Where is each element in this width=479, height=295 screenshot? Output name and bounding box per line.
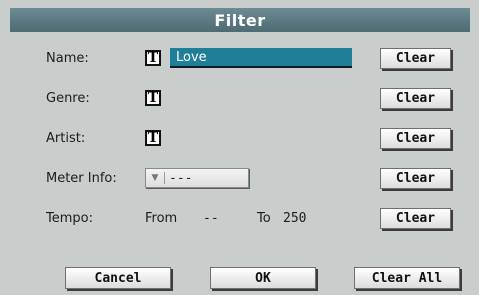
filter-dialog: Filter Name: T Love Clear Genre: T Clear…	[0, 0, 479, 295]
ok-button[interactable]: OK	[210, 267, 316, 289]
text-edit-icon[interactable]: T	[145, 50, 161, 66]
meter-info-value: ---	[169, 170, 193, 186]
cancel-button[interactable]: Cancel	[65, 267, 171, 289]
text-edit-icon[interactable]: T	[145, 90, 161, 106]
artist-label: Artist:	[46, 131, 86, 146]
clear-all-button[interactable]: Clear All	[354, 267, 460, 289]
meter-info-label: Meter Info:	[46, 171, 117, 186]
text-edit-icon[interactable]: T	[145, 130, 161, 146]
tempo-label: Tempo:	[46, 211, 93, 226]
dialog-title: Filter	[10, 8, 470, 32]
clear-tempo-button[interactable]: Clear	[380, 208, 451, 229]
tempo-to-value[interactable]: 250	[283, 211, 306, 226]
name-field[interactable]: Love	[170, 48, 352, 68]
tempo-to-label: To	[257, 211, 271, 226]
genre-label: Genre:	[46, 91, 90, 106]
name-label: Name:	[46, 51, 89, 66]
clear-meter-button[interactable]: Clear	[380, 168, 451, 189]
tempo-from-value[interactable]: --	[203, 211, 219, 226]
clear-artist-button[interactable]: Clear	[380, 128, 451, 149]
meter-info-select[interactable]: ▼ ---	[145, 168, 249, 188]
tempo-from-label: From	[145, 211, 178, 226]
chevron-down-icon: ▼	[151, 173, 159, 183]
clear-genre-button[interactable]: Clear	[380, 88, 451, 109]
clear-name-button[interactable]: Clear	[380, 48, 451, 69]
